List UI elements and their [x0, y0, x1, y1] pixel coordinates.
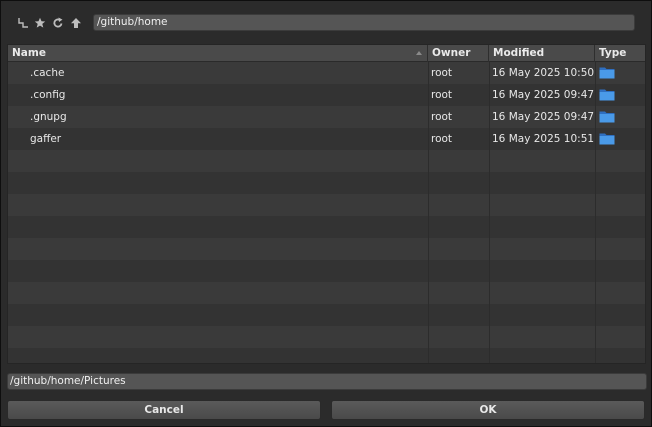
column-header-modified-label: Modified [493, 47, 545, 59]
column-header-owner-label: Owner [432, 47, 471, 59]
up-directory-icon[interactable] [68, 15, 84, 31]
empty-row [8, 194, 645, 216]
refresh-icon[interactable] [50, 15, 66, 31]
toolbar: /github/home [7, 7, 647, 39]
file-name: .config [30, 89, 66, 101]
empty-row [8, 172, 645, 194]
file-owner: root [431, 67, 453, 79]
table-header: Name Owner Modified Type [8, 45, 645, 62]
table-row[interactable]: gaffer root 16 May 2025 10:51:11 [8, 128, 645, 150]
file-browser-dialog: /github/home Name Owner Modified Type .c… [0, 0, 652, 427]
file-owner: root [431, 111, 453, 123]
file-table: Name Owner Modified Type .cache root 16 … [7, 44, 646, 364]
file-type [595, 106, 645, 128]
hierarchy-icon[interactable] [15, 15, 31, 31]
table-row[interactable]: .gnupg root 16 May 2025 09:47:54 [8, 106, 645, 128]
empty-row [8, 304, 645, 326]
cancel-button[interactable]: Cancel [7, 400, 321, 420]
empty-row [8, 260, 645, 282]
file-name: .cache [30, 67, 65, 79]
empty-row [8, 326, 645, 348]
column-header-type-label: Type [599, 47, 627, 59]
path-input[interactable]: /github/home [93, 14, 635, 31]
folder-icon [599, 111, 615, 123]
ok-button[interactable]: OK [331, 400, 645, 420]
filename-input[interactable]: /github/home/Pictures [7, 373, 647, 390]
column-header-type[interactable]: Type [595, 45, 645, 62]
empty-row [8, 150, 645, 172]
folder-icon [599, 133, 615, 145]
file-modified: 16 May 2025 10:50:08 [492, 67, 596, 79]
file-name: .gnupg [30, 111, 67, 123]
folder-icon [599, 67, 615, 79]
file-owner: root [431, 89, 453, 101]
column-divider [428, 62, 429, 363]
file-modified: 16 May 2025 09:47:57 [492, 89, 596, 101]
column-divider [489, 62, 490, 363]
file-type [595, 128, 645, 150]
table-row[interactable]: .config root 16 May 2025 09:47:57 [8, 84, 645, 106]
column-divider [595, 62, 596, 363]
table-row[interactable]: .cache root 16 May 2025 10:50:08 [8, 62, 645, 84]
empty-row [8, 282, 645, 304]
file-modified: 16 May 2025 09:47:54 [492, 111, 596, 123]
bookmark-star-icon[interactable] [32, 15, 48, 31]
file-owner: root [431, 133, 453, 145]
folder-icon [599, 89, 615, 101]
column-header-owner[interactable]: Owner [428, 45, 489, 62]
column-header-name[interactable]: Name [8, 45, 428, 62]
column-header-modified[interactable]: Modified [489, 45, 595, 62]
empty-row [8, 238, 645, 260]
column-header-name-label: Name [12, 47, 46, 59]
file-type [595, 84, 645, 106]
empty-row [8, 216, 645, 238]
empty-row [8, 348, 645, 363]
table-body: .cache root 16 May 2025 10:50:08 .config… [8, 62, 645, 363]
file-type [595, 62, 645, 84]
file-name: gaffer [30, 133, 62, 145]
file-modified: 16 May 2025 10:51:11 [492, 133, 596, 145]
sort-ascending-icon [416, 51, 422, 55]
